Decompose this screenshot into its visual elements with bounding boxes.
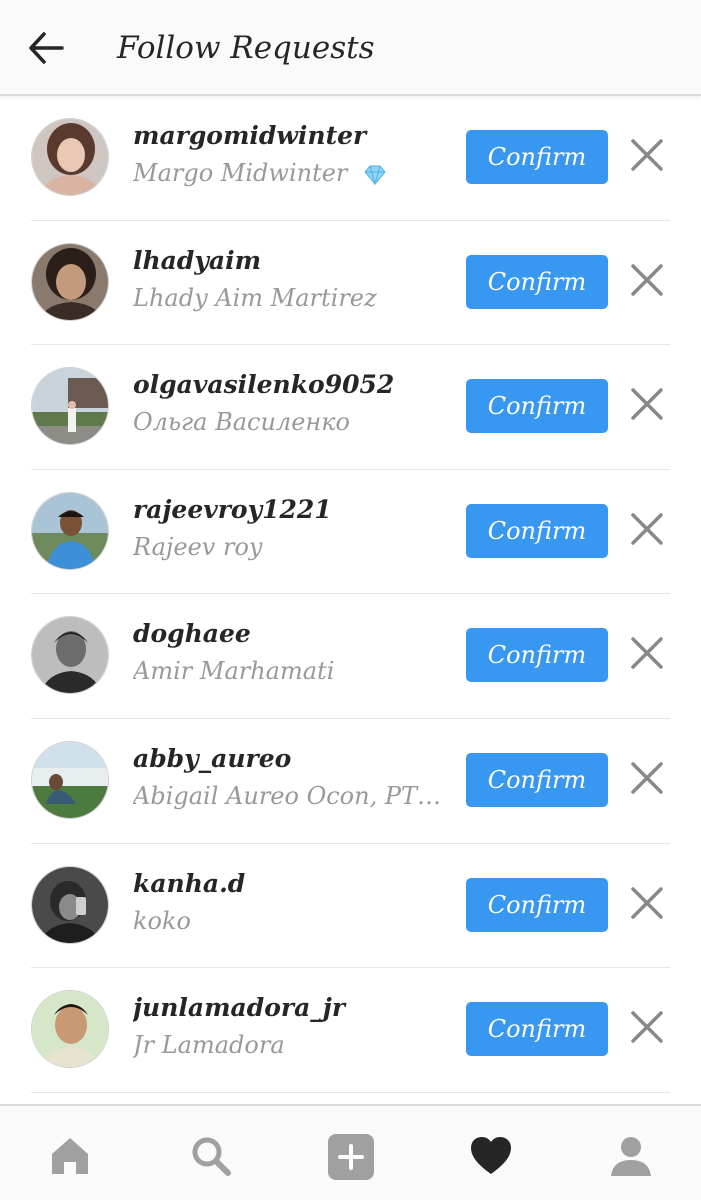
full-name-text: Margo Midwinter [133,159,348,187]
full-name: Abigail Aureo Ocon, PTR... [133,781,443,810]
close-icon [631,637,663,670]
full-name: Lhady Aim Martirez [133,283,377,312]
username[interactable]: lhadyaim [133,245,453,277]
activity-heart-icon [471,1137,511,1174]
tab-home[interactable] [48,1134,92,1178]
avatar[interactable] [31,118,109,196]
confirm-button[interactable]: Confirm [466,752,608,807]
profile-icon [611,1137,651,1176]
follow-request-row: junlamadora_jr Jr Lamadora Confirm [0,968,701,1093]
tab-search[interactable] [189,1134,233,1178]
username[interactable]: junlamadora_jr [133,992,453,1024]
search-icon [192,1137,231,1176]
dismiss-button[interactable] [627,633,667,673]
username[interactable]: doghaee [133,618,453,650]
full-name: koko [133,906,191,935]
avatar[interactable] [31,367,109,446]
username[interactable]: abby_aureo [133,743,453,775]
full-name: Margo Midwinter [133,157,443,189]
follow-request-row: abby_aureo Abigail Aureo Ocon, PTR... Co… [0,719,701,844]
add-post-icon [328,1134,374,1180]
confirm-button[interactable]: Confirm [466,254,608,309]
dismiss-button[interactable] [627,883,667,923]
avatar-photo [32,119,108,195]
tab-activity[interactable] [469,1134,513,1178]
avatar[interactable] [31,616,109,695]
confirm-button[interactable]: Confirm [466,130,608,184]
dismiss-button[interactable] [627,509,667,549]
page-title: Follow Requests [117,30,375,66]
avatar-photo [32,492,108,569]
arrow-left-icon [29,32,64,64]
avatar[interactable] [31,242,109,321]
close-icon [631,762,663,794]
tab-profile[interactable] [609,1134,653,1178]
follow-request-row: olgavasilenko9052 Ольга Василенко Confir… [0,345,701,470]
back-button[interactable] [26,28,66,68]
close-icon [631,886,663,919]
avatar-photo [32,991,108,1068]
dismiss-button[interactable] [627,758,667,798]
confirm-button[interactable]: Confirm [466,877,608,932]
confirm-button[interactable]: Confirm [466,503,608,558]
full-name: Jr Lamadora [133,1031,285,1060]
avatar[interactable] [31,740,109,819]
close-icon [631,263,663,296]
top-bar: Follow Requests [0,0,701,96]
avatar[interactable] [31,491,109,570]
avatar-photo [32,243,108,320]
follow-request-row: lhadyaim Lhady Aim Martirez Confirm [0,221,701,346]
follow-request-row: kanha.d koko Confirm [0,844,701,969]
username[interactable]: rajeevroy1221 [133,494,453,526]
follow-request-row: margomidwinter Margo Midwinter Confirm [0,96,701,221]
confirm-button[interactable]: Confirm [466,628,608,683]
username[interactable]: margomidwinter [133,120,453,152]
close-icon [631,139,663,171]
avatar-photo [32,741,108,818]
bottom-tab-bar [0,1104,701,1200]
dismiss-button[interactable] [627,384,667,424]
close-icon [631,388,663,420]
follow-request-list: margomidwinter Margo Midwinter Confirm l… [0,96,701,1093]
avatar-photo [32,368,108,445]
full-name: Rajeev roy [133,532,263,561]
close-icon [631,513,663,545]
diamond-icon [364,165,386,186]
username[interactable]: kanha.d [133,868,453,900]
username[interactable]: olgavasilenko9052 [133,369,453,401]
dismiss-button[interactable] [627,135,667,175]
avatar-photo [32,866,108,943]
full-name: Ольга Василенко [133,408,351,437]
avatar[interactable] [31,990,109,1069]
full-name: Amir Marhamati [133,657,335,686]
avatar-photo [32,617,108,694]
follow-request-row: rajeevroy1221 Rajeev roy Confirm [0,470,701,595]
follow-request-row: doghaee Amir Marhamati Confirm [0,594,701,719]
dismiss-button[interactable] [627,260,667,300]
tab-add-post[interactable] [328,1134,374,1180]
home-icon [52,1138,88,1174]
avatar[interactable] [31,865,109,944]
dismiss-button[interactable] [627,1007,667,1047]
confirm-button[interactable]: Confirm [466,1002,608,1057]
close-icon [631,1011,663,1043]
confirm-button[interactable]: Confirm [466,379,608,434]
